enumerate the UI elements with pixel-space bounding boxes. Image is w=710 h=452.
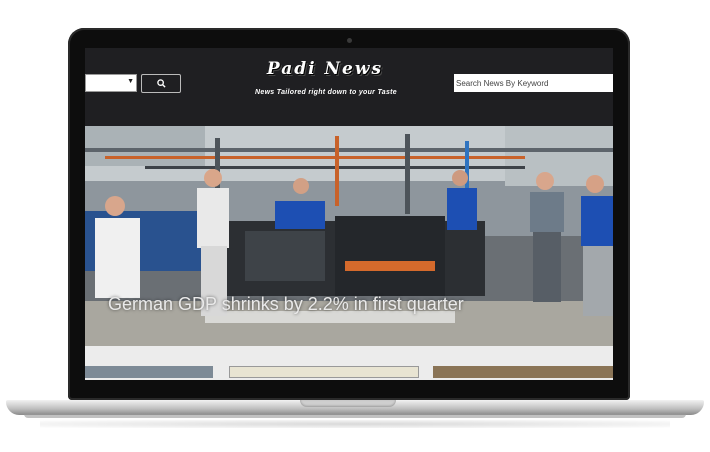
laptop-shadow — [40, 420, 670, 428]
laptop-base-edge — [24, 414, 686, 418]
chevron-down-icon: ▼ — [127, 78, 134, 85]
site-logo[interactable]: Padi News — [253, 59, 397, 79]
article-thumbnail[interactable] — [85, 366, 213, 378]
search-icon — [157, 79, 166, 88]
camera — [347, 38, 352, 43]
article-cards-strip — [85, 346, 613, 380]
article-thumbnail[interactable] — [229, 366, 419, 378]
site-header: ▼ Padi News News Tailored right down to … — [85, 48, 613, 126]
laptop-screen: ▼ Padi News News Tailored right down to … — [85, 48, 613, 380]
keyword-search-input[interactable] — [454, 74, 613, 92]
search-button[interactable] — [141, 74, 181, 93]
laptop-lid: ▼ Padi News News Tailored right down to … — [68, 28, 630, 400]
site-tagline: News Tailored right down to your Taste — [255, 89, 397, 96]
hero-headline[interactable]: German GDP shrinks by 2.2% in first quar… — [108, 294, 464, 315]
laptop-notch — [300, 400, 396, 407]
category-select[interactable]: ▼ — [85, 74, 137, 92]
hero-banner[interactable]: German GDP shrinks by 2.2% in first quar… — [85, 126, 613, 346]
article-thumbnail[interactable] — [433, 366, 613, 378]
